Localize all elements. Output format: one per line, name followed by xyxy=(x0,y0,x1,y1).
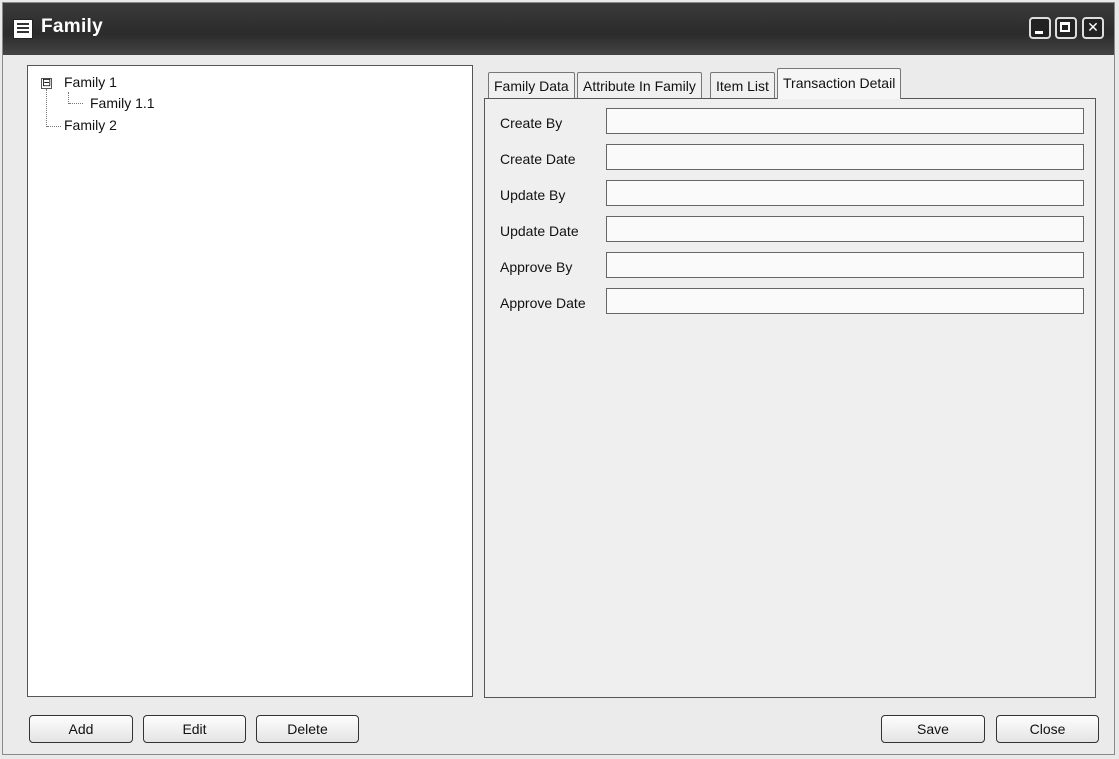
tree-node-family-2[interactable]: Family 2 xyxy=(64,117,117,133)
tab-attribute-in-family[interactable]: Attribute In Family xyxy=(577,72,702,98)
tree-node-family-1-1[interactable]: Family 1.1 xyxy=(90,95,155,111)
tree-node-family-1[interactable]: Family 1 xyxy=(64,74,117,90)
update-by-field[interactable] xyxy=(606,180,1084,206)
approve-date-field[interactable] xyxy=(606,288,1084,314)
title-bar[interactable]: Family ✕ xyxy=(3,3,1114,55)
create-by-field[interactable] xyxy=(606,108,1084,134)
add-button[interactable]: Add xyxy=(29,715,133,743)
tree-connector xyxy=(47,126,61,127)
create-by-label: Create By xyxy=(500,115,563,131)
approve-date-label: Approve Date xyxy=(500,295,586,311)
tree-connector xyxy=(69,103,83,104)
close-button[interactable]: Close xyxy=(996,715,1099,743)
collapse-icon[interactable]: ⊟ xyxy=(41,78,52,89)
create-date-field[interactable] xyxy=(606,144,1084,170)
tab-item-list[interactable]: Item List xyxy=(710,72,775,98)
tab-family-data[interactable]: Family Data xyxy=(488,72,575,98)
save-button[interactable]: Save xyxy=(881,715,985,743)
delete-button[interactable]: Delete xyxy=(256,715,359,743)
maximize-icon[interactable] xyxy=(1055,17,1077,39)
approve-by-label: Approve By xyxy=(500,259,573,275)
tree-connector xyxy=(46,89,47,127)
update-by-label: Update By xyxy=(500,187,566,203)
update-date-field[interactable] xyxy=(606,216,1084,242)
family-tree[interactable]: ⊟ Family 1 Family 1.1 Family 2 xyxy=(27,65,473,697)
approve-by-field[interactable] xyxy=(606,252,1084,278)
minimize-icon[interactable] xyxy=(1029,17,1051,39)
create-date-label: Create Date xyxy=(500,151,576,167)
edit-button[interactable]: Edit xyxy=(143,715,246,743)
window-icon xyxy=(13,19,33,39)
close-window-icon[interactable]: ✕ xyxy=(1082,17,1104,39)
window-title: Family xyxy=(41,16,103,37)
update-date-label: Update Date xyxy=(500,223,579,239)
tab-transaction-detail[interactable]: Transaction Detail xyxy=(777,68,902,99)
